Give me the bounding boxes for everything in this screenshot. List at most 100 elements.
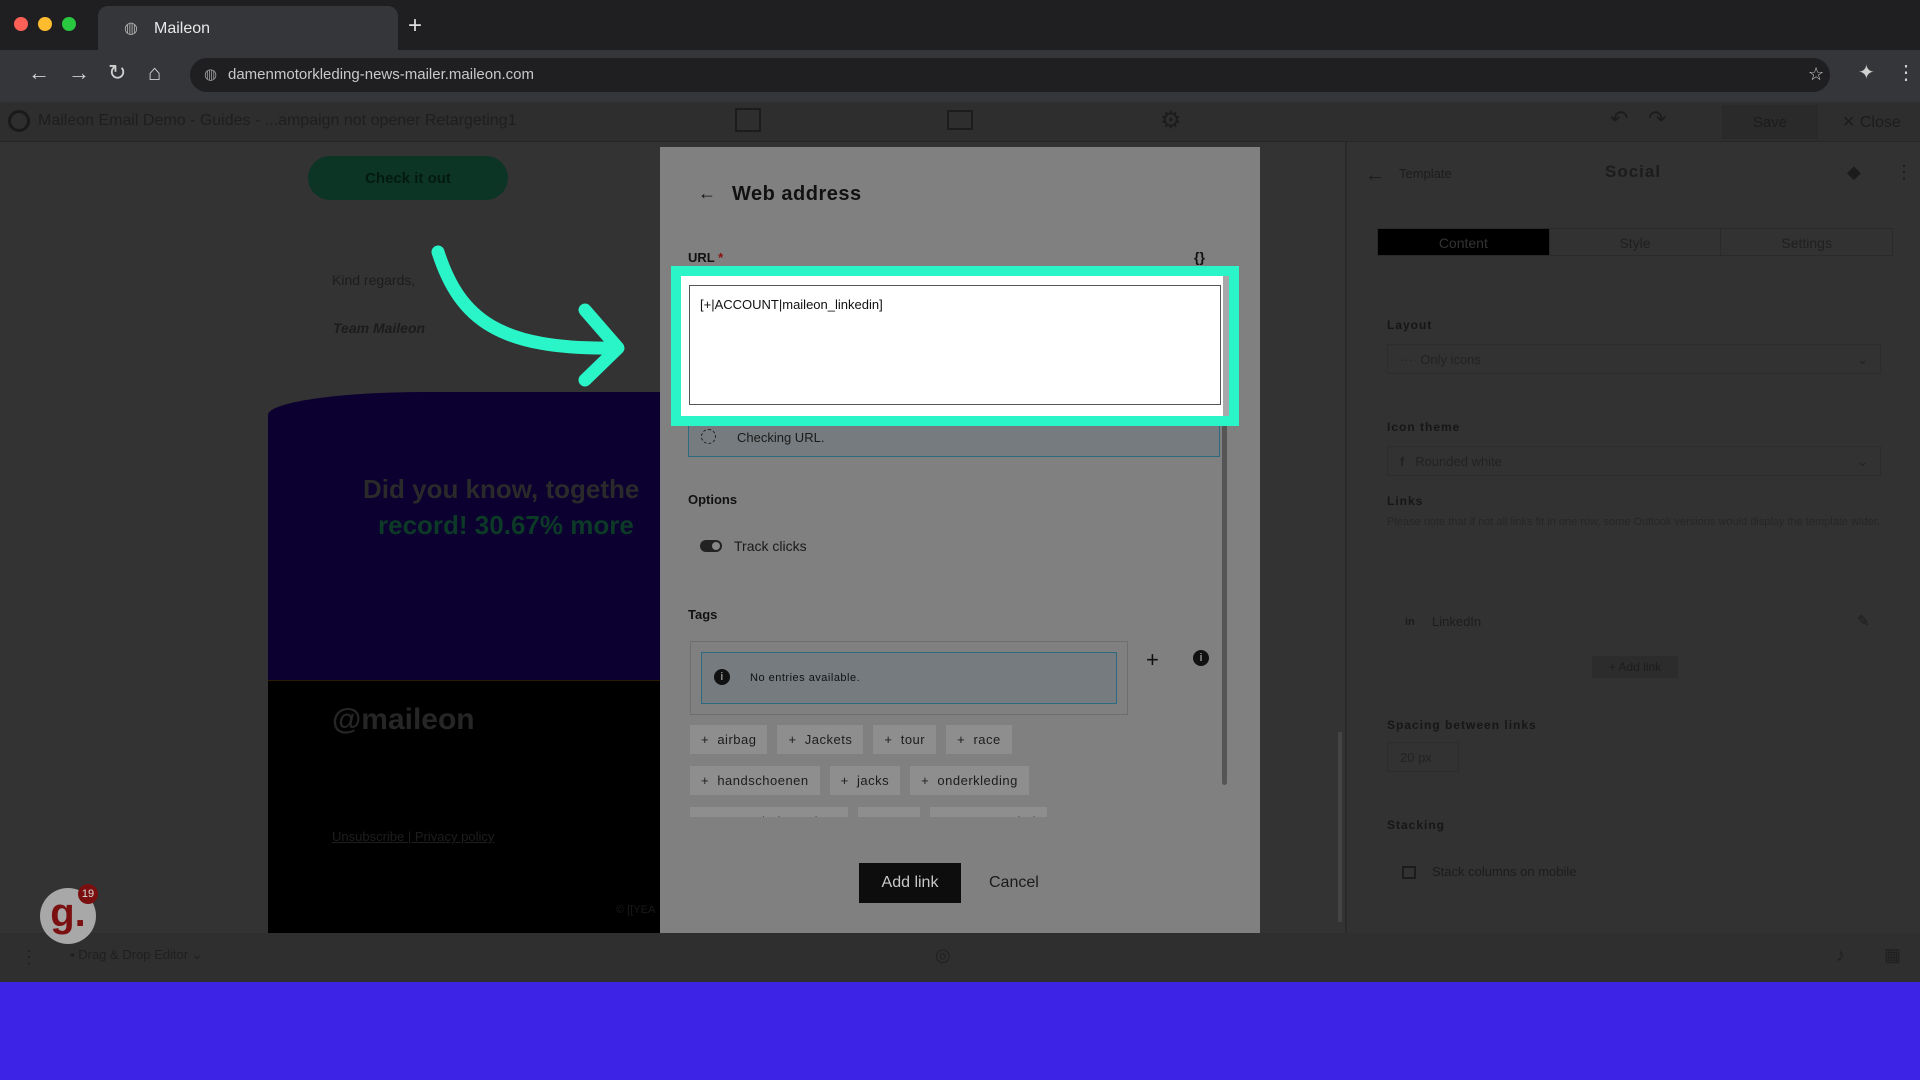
plus-icon: + <box>701 732 710 747</box>
add-link-button[interactable]: + Add link <box>1592 656 1678 678</box>
properties-panel: ← Template Social ◆ ⋮ Content Style Sett… <box>1345 142 1920 933</box>
tag-chip[interactable]: + garten-heimwerken <box>690 807 849 817</box>
settings-gear-icon[interactable]: ⚙ <box>1160 106 1182 135</box>
tab-content[interactable]: Content <box>1378 229 1549 255</box>
tag-chip[interactable]: + handschoenen <box>690 766 820 795</box>
panel-title: Social <box>1605 162 1662 181</box>
new-tab-button[interactable]: + <box>408 12 422 40</box>
banner-line-2: record! 30.67% more <box>378 510 634 540</box>
close-window-button[interactable] <box>14 17 28 31</box>
cancel-button[interactable]: Cancel <box>989 874 1039 892</box>
icon-theme-select[interactable]: f Rounded white ⌄ <box>1387 446 1881 476</box>
tags-info-icon[interactable]: i <box>1193 650 1209 666</box>
url-label-text: URL <box>688 250 715 265</box>
undo-icon[interactable]: ↶ <box>1610 106 1628 132</box>
minimize-window-button[interactable] <box>38 17 52 31</box>
canvas-scrollbar[interactable] <box>1338 732 1342 922</box>
input-scrollbar[interactable] <box>1223 276 1229 416</box>
layout-grid-icon[interactable] <box>735 108 761 132</box>
email-footer[interactable]: @maileon Unsubscribe | Privacy policy © … <box>268 680 660 933</box>
links-label: Links <box>1387 494 1424 508</box>
tag-chip[interactable]: + race <box>946 725 1012 754</box>
privacy-link[interactable]: Privacy policy <box>415 829 494 844</box>
tag-chip[interactable]: + onderkleding <box>910 766 1029 795</box>
help-icon[interactable]: ◎ <box>935 945 951 966</box>
notification-bell-icon[interactable]: ♪ <box>1836 945 1845 966</box>
tags-box[interactable]: i No entries available. <box>690 641 1128 715</box>
check-it-out-button[interactable]: Check it out <box>308 156 508 200</box>
stack-columns-label: Stack columns on mobile <box>1432 864 1577 879</box>
tags-label: Tags <box>688 607 718 622</box>
track-clicks-label: Track clicks <box>734 538 807 554</box>
no-entries-notice: i No entries available. <box>701 652 1117 704</box>
tab-style[interactable]: Style <box>1548 229 1721 255</box>
tag-chip[interactable]: + Rattanmöbel <box>929 807 1048 817</box>
stack-columns-checkbox[interactable] <box>1402 866 1416 879</box>
plus-icon: + <box>840 773 849 788</box>
info-icon: i <box>714 669 730 685</box>
more-options-icon[interactable]: ⋮ <box>1895 162 1913 183</box>
spacing-input[interactable]: 20 px <box>1387 742 1459 772</box>
bookmark-star-icon[interactable]: ☆ <box>1808 64 1824 85</box>
back-arrow-icon[interactable]: ← <box>1365 164 1385 187</box>
url-label: URL * <box>688 250 723 265</box>
forward-icon[interactable]: → <box>68 60 90 86</box>
plus-icon: + <box>957 732 966 747</box>
maileon-logo-icon <box>8 110 30 132</box>
layout-label: Layout <box>1387 318 1433 332</box>
add-link-label: Add link <box>1618 660 1662 674</box>
save-button[interactable]: Save <box>1722 105 1818 139</box>
back-arrow-icon[interactable]: ← <box>698 183 716 204</box>
track-clicks-toggle[interactable] <box>700 540 722 552</box>
checking-text: Checking URL. <box>737 430 825 445</box>
plus-icon: + <box>869 814 877 817</box>
home-icon[interactable]: ⌂ <box>148 60 161 86</box>
apps-grid-icon[interactable]: ▦ <box>1884 945 1901 966</box>
address-bar[interactable]: ◍ damenmotorkleding-news-mailer.maileon.… <box>190 58 1830 92</box>
tag-chip[interactable]: + jacks <box>829 766 901 795</box>
tag-chip[interactable]: + Jackets <box>777 725 864 754</box>
tag-chip[interactable]: + airbag <box>690 725 768 754</box>
tag-label: onderkleding <box>937 773 1018 788</box>
extensions-icon[interactable]: ✦ <box>1858 60 1875 85</box>
unsubscribe-link[interactable]: Unsubscribe <box>332 829 404 844</box>
editor-mode-label: Drag & Drop Editor <box>78 947 189 962</box>
placeholder-braces-icon[interactable]: {} <box>1194 249 1205 265</box>
maximize-window-button[interactable] <box>62 17 76 31</box>
reload-icon[interactable]: ↻ <box>108 60 126 86</box>
editor-mode-dropdown[interactable]: ▪ Drag & Drop Editor ⌄ <box>70 947 203 963</box>
close-button[interactable]: ✕ Close <box>1842 112 1901 132</box>
add-tag-icon[interactable]: + <box>1146 647 1159 673</box>
url-text: damenmotorkleding-news-mailer.maileon.co… <box>228 66 534 83</box>
banner-line-1: Did you know, togethe <box>363 474 640 504</box>
tag-chip[interactable]: + neu <box>858 807 920 817</box>
site-info-icon: ◍ <box>204 66 218 83</box>
tag-label: garten-heimwerken <box>717 814 837 817</box>
redo-icon[interactable]: ↷ <box>1648 106 1666 132</box>
back-icon[interactable]: ← <box>28 60 50 86</box>
plus-icon: + <box>941 814 949 817</box>
add-link-submit-button[interactable]: Add link <box>859 863 961 903</box>
browser-menu-icon[interactable]: ⋮ <box>1896 60 1916 85</box>
desktop-preview-icon[interactable] <box>947 110 973 130</box>
edit-pencil-icon[interactable]: ✎ <box>1857 612 1870 630</box>
browser-tab[interactable]: ◍ Maileon <box>98 6 398 50</box>
plus-icon: + <box>788 732 797 747</box>
menu-dots-icon[interactable]: ⋮ <box>20 947 38 968</box>
url-input[interactable]: [+|ACCOUNT|maileon_linkedin] <box>689 285 1221 405</box>
back-to-template-link[interactable]: Template <box>1399 166 1452 181</box>
tag-chip[interactable]: + tour <box>873 725 937 754</box>
link-item-linkedin[interactable]: LinkedIn <box>1432 614 1481 629</box>
layout-select[interactable]: ··· Only icons ⌄ <box>1387 344 1881 374</box>
plus-icon: + <box>701 814 709 817</box>
linkedin-icon: in <box>1405 616 1415 628</box>
copyright-text: © [[YEA <box>616 904 656 916</box>
tab-settings[interactable]: Settings <box>1720 229 1892 255</box>
editor-bottom-bar: ⋮ ▪ Drag & Drop Editor ⌄ ◎ ♪ ▦ <box>0 933 1920 982</box>
regards-text: Kind regards, <box>332 272 416 288</box>
panel-tabs: Content Style Settings <box>1377 228 1893 256</box>
layers-icon[interactable]: ◆ <box>1847 162 1861 183</box>
stats-banner[interactable]: Did you know, togethe record! 30.67% mor… <box>268 392 660 680</box>
dialog-scrollbar-thumb[interactable] <box>1222 385 1227 785</box>
required-marker: * <box>718 250 724 265</box>
